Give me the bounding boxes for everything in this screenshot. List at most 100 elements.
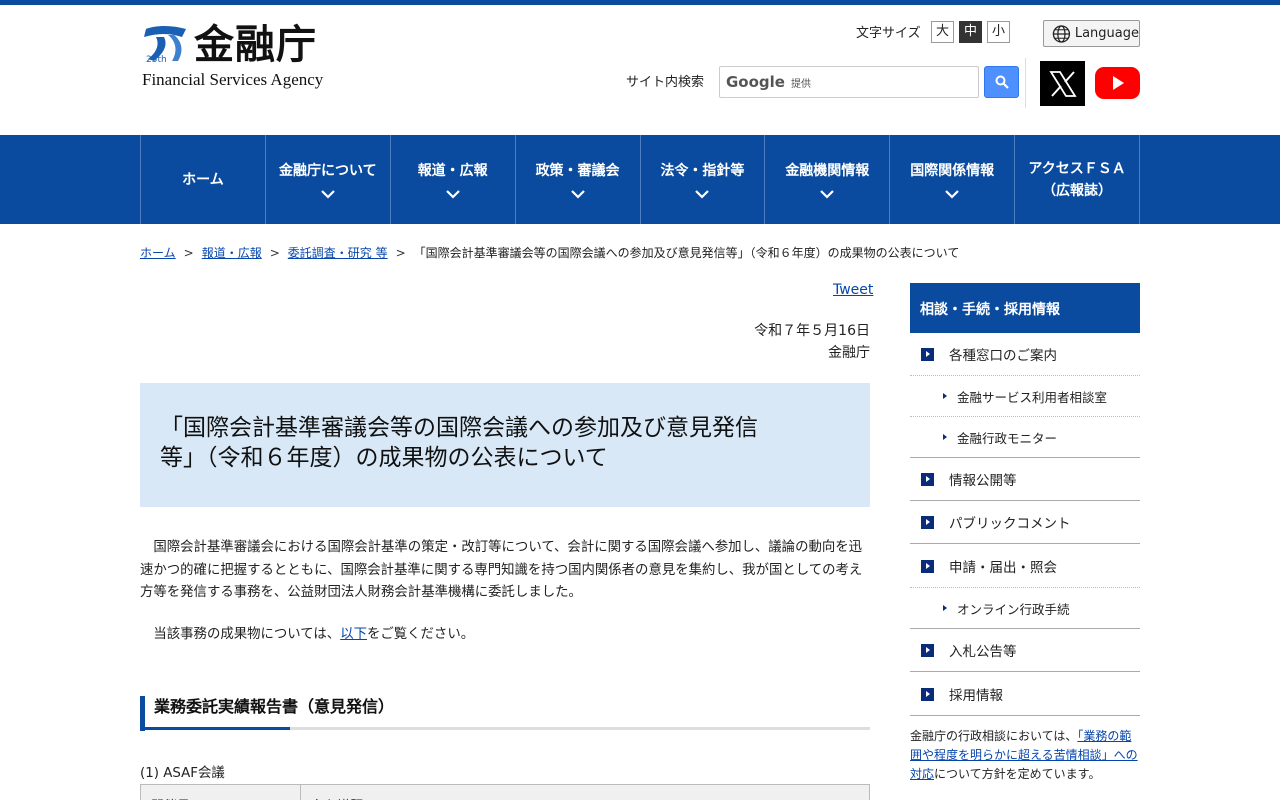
breadcrumb-separator: > bbox=[183, 246, 194, 260]
sidebar-item-label: 各種窓口のご案内 bbox=[949, 348, 1057, 364]
nav-item-policy[interactable]: 政策・審議会 bbox=[516, 135, 641, 224]
logo-japanese: 金融庁 bbox=[194, 21, 317, 68]
sidebar-item-label: 金融サービス利用者相談室 bbox=[957, 389, 1108, 405]
top-accent-bar bbox=[0, 0, 1280, 5]
sidebar-item-label: 申請・届出・照会 bbox=[949, 560, 1057, 576]
logo-english: Financial Services Agency bbox=[142, 70, 324, 89]
nav-label: 報道・広報 bbox=[417, 163, 488, 179]
breadcrumb-link-home[interactable]: ホーム bbox=[140, 246, 176, 260]
sidebar-item-bidding[interactable]: 入札公告等 bbox=[910, 629, 1140, 672]
sidebar-item-applications[interactable]: 申請・届出・照会 bbox=[910, 545, 1140, 588]
table-header-date: 開催日 bbox=[141, 785, 301, 800]
font-size-label: 文字サイズ bbox=[856, 26, 921, 41]
chevron-down-icon bbox=[695, 190, 710, 199]
breadcrumb-link-research[interactable]: 委託調査・研究 等 bbox=[288, 246, 388, 260]
breadcrumb-link-press[interactable]: 報道・広報 bbox=[202, 246, 262, 260]
page-title-box: 「国際会計基準審議会等の国際会議への参加及び意見発信 等」（令和６年度）の成果物… bbox=[140, 383, 870, 507]
body-paragraph-1: 国際会計基準審議会における国際会計基準の策定・改訂等について、会計に関する国際会… bbox=[140, 540, 863, 600]
tweet-link[interactable]: Tweet bbox=[833, 282, 873, 298]
font-size-small-button[interactable]: 小 bbox=[987, 21, 1010, 43]
breadcrumb-current: 「国際会計基準審議会等の国際会議への参加及び意見発信等」（令和６年度）の成果物の… bbox=[413, 246, 960, 260]
nav-label: ホーム bbox=[182, 171, 224, 188]
breadcrumb: ホーム > 報道・広報 > 委託調査・研究 等 > 「国際会計基準審議会等の国際会議への参加… bbox=[140, 244, 959, 261]
page-title: 「国際会計基準審議会等の国際会議への参加及び意見発信 等」（令和６年度）の成果物… bbox=[160, 413, 850, 473]
youtube-link[interactable] bbox=[1095, 67, 1140, 99]
sidebar-item-contact-windows[interactable]: 各種窓口のご案内 bbox=[910, 333, 1140, 376]
nav-label: アクセスＦＳＡ bbox=[1028, 160, 1126, 177]
nav-label: 金融機関情報 bbox=[785, 163, 870, 179]
sidebar-item-label: 情報公開等 bbox=[949, 473, 1017, 489]
nav-label: 金融庁について bbox=[279, 163, 377, 179]
nav-item-access-fsa[interactable]: アクセスＦＳＡ （広報誌） bbox=[1015, 135, 1140, 224]
nav-label: 国際関係情報 bbox=[910, 163, 995, 179]
page-title-line2: 等」（令和６年度）の成果物の公表について bbox=[160, 445, 608, 471]
chevron-down-icon bbox=[321, 190, 335, 199]
nav-item-home[interactable]: ホーム bbox=[141, 135, 266, 224]
triangle-right-icon bbox=[943, 605, 947, 611]
sidebar-item-monitor[interactable]: 金融行政モニター bbox=[910, 417, 1140, 458]
body-paragraph-2: 当該事務の成果物については、以下をご覧ください。 bbox=[140, 624, 870, 647]
youtube-play-icon bbox=[1112, 76, 1124, 90]
sub-heading-asaf: (1) ASAF会議 bbox=[140, 766, 225, 781]
nav-item-laws[interactable]: 法令・指針等 bbox=[641, 135, 766, 224]
table-header-agenda: 主な議題 bbox=[301, 785, 373, 800]
nav-item-institutions[interactable]: 金融機関情報 bbox=[765, 135, 891, 224]
breadcrumb-separator: > bbox=[269, 246, 280, 260]
triangle-right-icon bbox=[943, 434, 947, 440]
search-button[interactable] bbox=[984, 66, 1019, 98]
results-link[interactable]: 以下 bbox=[340, 627, 367, 642]
language-button[interactable]: Language bbox=[1043, 20, 1140, 47]
triangle-right-icon bbox=[943, 393, 947, 399]
arrow-square-icon bbox=[921, 643, 934, 657]
sidebar-note-pre: 金融庁の行政相談においては、 bbox=[910, 729, 1078, 743]
nav-label-sub: （広報誌） bbox=[1042, 182, 1113, 199]
publish-info: 令和７年５月16日 金融庁 bbox=[754, 320, 870, 364]
section-underline-accent bbox=[140, 727, 290, 730]
arrow-square-icon bbox=[921, 347, 934, 361]
font-size-medium-button[interactable]: 中 bbox=[959, 21, 982, 43]
breadcrumb-separator: > bbox=[395, 246, 406, 260]
sidebar-item-consumer-office[interactable]: 金融サービス利用者相談室 bbox=[910, 376, 1140, 417]
chevron-down-icon bbox=[945, 190, 959, 199]
search-icon bbox=[995, 75, 1009, 89]
publish-org: 金融庁 bbox=[828, 345, 870, 361]
sidebar-item-label: オンライン行政手続 bbox=[957, 601, 1070, 617]
nav-item-about[interactable]: 金融庁について bbox=[266, 135, 391, 224]
sidebar-item-disclosure[interactable]: 情報公開等 bbox=[910, 458, 1140, 501]
header-divider bbox=[1025, 58, 1026, 108]
global-nav: ホーム 金融庁について 報道・広報 政策・審議会 法令・指針等 金融機関情報 国… bbox=[0, 135, 1280, 224]
site-logo[interactable]: 25th 金融庁 Financial Services Agency bbox=[142, 21, 342, 93]
x-twitter-link[interactable] bbox=[1040, 61, 1085, 106]
sidebar-heading: 相談・手続・採用情報 bbox=[910, 283, 1140, 333]
sidebar-item-recruitment[interactable]: 採用情報 bbox=[910, 673, 1140, 716]
chevron-down-icon bbox=[820, 190, 835, 199]
chevron-down-icon bbox=[570, 190, 585, 199]
sidebar-item-label: 入札公告等 bbox=[949, 644, 1017, 660]
arrow-square-icon bbox=[921, 559, 934, 573]
sidebar-item-label: パブリックコメント bbox=[949, 516, 1071, 532]
sidebar-item-public-comment[interactable]: パブリックコメント bbox=[910, 501, 1140, 544]
section-heading: 業務委託実績報告書（意見発信） bbox=[140, 696, 870, 731]
publish-date: 令和７年５月16日 bbox=[754, 323, 870, 339]
sidebar-item-label: 金融行政モニター bbox=[957, 430, 1058, 446]
language-label: Language bbox=[1074, 26, 1139, 41]
nav-label: 政策・審議会 bbox=[535, 163, 620, 179]
nav-item-press[interactable]: 報道・広報 bbox=[391, 135, 516, 224]
fsa-logo-icon: 25th bbox=[144, 26, 186, 63]
nav-item-international[interactable]: 国際関係情報 bbox=[890, 135, 1016, 224]
meetings-table-header: 開催日 主な議題 bbox=[140, 784, 870, 800]
body2-text-post: をご覧ください。 bbox=[366, 627, 475, 642]
sidebar-note: 金融庁の行政相談においては、「業務の範囲や程度を明らかに超える苦情相談」への対応… bbox=[910, 727, 1142, 784]
svg-text:25th: 25th bbox=[146, 55, 167, 63]
search-input[interactable]: Google 提供 bbox=[719, 66, 979, 98]
globe-icon bbox=[1052, 24, 1071, 43]
google-brand-sub: 提供 bbox=[790, 78, 811, 90]
font-size-large-button[interactable]: 大 bbox=[931, 21, 954, 43]
sidebar-item-online-procedures[interactable]: オンライン行政手続 bbox=[910, 588, 1140, 629]
sidebar-item-label: 採用情報 bbox=[949, 688, 1003, 704]
nav-label: 法令・指針等 bbox=[660, 163, 745, 179]
search-label: サイト内検索 bbox=[626, 75, 705, 90]
page-title-line1: 「国際会計基準審議会等の国際会議への参加及び意見発信 bbox=[160, 415, 758, 441]
sidebar-note-post: について方針を定めています。 bbox=[934, 767, 1101, 781]
body2-text-pre: 当該事務の成果物については、 bbox=[140, 627, 341, 642]
